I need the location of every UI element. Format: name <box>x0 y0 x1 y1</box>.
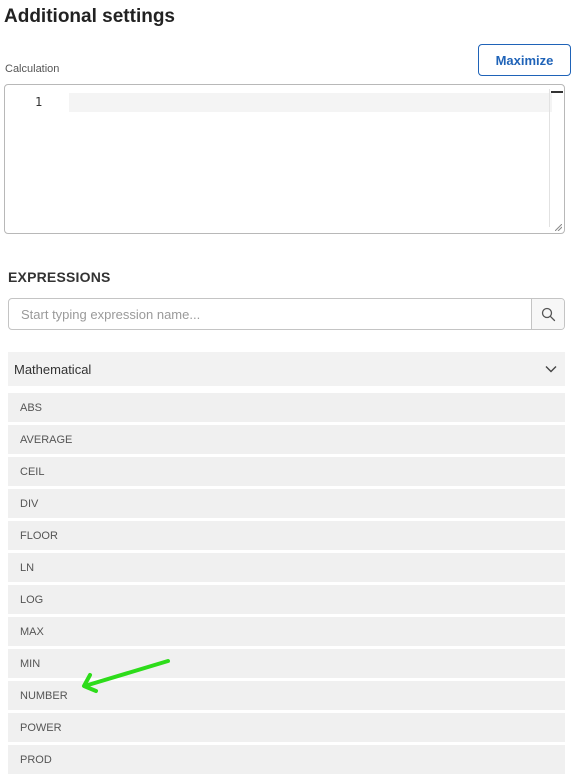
line-number: 1 <box>35 95 43 109</box>
resize-handle-icon[interactable] <box>555 224 562 231</box>
expression-item-average[interactable]: AVERAGE <box>8 425 565 454</box>
expression-item-prod[interactable]: PROD <box>8 745 565 774</box>
editor-scrollbar-thumb[interactable] <box>551 91 563 93</box>
expression-item-min[interactable]: MIN <box>8 649 565 678</box>
category-dropdown[interactable]: Mathematical <box>8 352 565 386</box>
expression-item-ceil[interactable]: CEIL <box>8 457 565 486</box>
maximize-button[interactable]: Maximize <box>478 44 571 76</box>
editor-scrollbar[interactable] <box>549 89 563 227</box>
search-button[interactable] <box>531 299 564 329</box>
expression-search <box>8 298 565 330</box>
search-icon <box>541 307 555 321</box>
expression-item-log[interactable]: LOG <box>8 585 565 614</box>
chevron-down-icon <box>545 365 557 373</box>
expression-item-floor[interactable]: FLOOR <box>8 521 565 550</box>
expression-item-abs[interactable]: ABS <box>8 393 565 422</box>
category-label: Mathematical <box>14 361 92 377</box>
expression-item-number[interactable]: NUMBER <box>8 681 565 710</box>
calculation-label: Calculation <box>5 63 60 75</box>
page-title: Additional settings <box>4 6 175 27</box>
expression-item-max[interactable]: MAX <box>8 617 565 646</box>
expression-list: ABS AVERAGE CEIL DIV FLOOR LN LOG MAX MI… <box>8 393 565 777</box>
expressions-heading: EXPRESSIONS <box>8 269 111 285</box>
calculation-editor[interactable]: 1 <box>4 84 565 234</box>
expression-item-power[interactable]: POWER <box>8 713 565 742</box>
active-line-highlight[interactable] <box>69 93 552 112</box>
expression-item-ln[interactable]: LN <box>8 553 565 582</box>
expression-search-input[interactable] <box>9 299 532 329</box>
expression-item-div[interactable]: DIV <box>8 489 565 518</box>
